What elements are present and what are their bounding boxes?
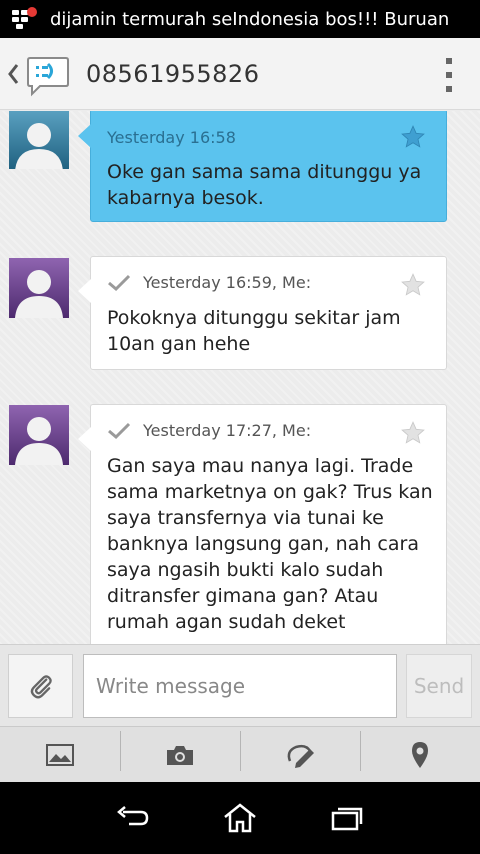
incoming-message-bubble[interactable]: Yesterday 16:58 Oke gan sama sama ditung… xyxy=(78,111,447,222)
notification-text: dijamin termurah seIndonesia bos!!! Buru… xyxy=(50,8,450,30)
chevron-left-icon[interactable] xyxy=(2,38,24,110)
paperclip-icon[interactable] xyxy=(8,654,73,718)
message-text: Gan saya mau nanya lagi. Trade sama mark… xyxy=(107,455,433,633)
attachment-toolbar xyxy=(0,726,480,782)
sketch-icon[interactable] xyxy=(240,727,360,782)
bbm-notification-icon xyxy=(12,7,38,31)
conversation-thread[interactable]: Yesterday 16:58 Oke gan sama sama ditung… xyxy=(0,111,480,644)
star-icon[interactable] xyxy=(400,420,426,446)
compose-bar: Write message Send xyxy=(0,644,480,726)
home-icon[interactable] xyxy=(210,793,270,843)
status-bar: dijamin termurah seIndonesia bos!!! Buru… xyxy=(0,0,480,38)
action-bar: 08561955826 xyxy=(0,38,480,110)
write-message-input[interactable]: Write message xyxy=(83,654,397,718)
message-text: Pokoknya ditunggu sekitar jam 10an gan h… xyxy=(107,307,401,355)
location-icon[interactable] xyxy=(360,727,480,782)
check-icon xyxy=(107,274,131,292)
system-navigation-bar xyxy=(0,782,480,854)
star-icon[interactable] xyxy=(400,124,426,150)
message-text: Oke gan sama sama ditunggu ya kabarnya b… xyxy=(107,161,422,209)
outgoing-message-bubble[interactable]: Yesterday 17:27, Me: Gan saya mau nanya … xyxy=(78,404,447,644)
messaging-app-icon[interactable] xyxy=(24,50,72,98)
message-timestamp: Yesterday 16:58 xyxy=(107,128,236,147)
contact-avatar[interactable] xyxy=(9,111,69,169)
message-timestamp: Yesterday 16:59, Me: xyxy=(143,273,312,292)
message-meta: Yesterday 16:59, Me: xyxy=(107,273,311,292)
my-avatar[interactable] xyxy=(9,258,69,318)
my-avatar[interactable] xyxy=(9,405,69,465)
back-icon[interactable] xyxy=(103,793,163,843)
star-icon[interactable] xyxy=(400,272,426,298)
message-timestamp: Yesterday 17:27, Me: xyxy=(143,421,312,440)
gallery-icon[interactable] xyxy=(0,727,120,782)
recent-apps-icon[interactable] xyxy=(317,793,377,843)
check-icon xyxy=(107,422,131,440)
outgoing-message-bubble[interactable]: Yesterday 16:59, Me: Pokoknya ditunggu s… xyxy=(78,256,447,370)
contact-number-title: 08561955826 xyxy=(86,59,260,88)
send-button[interactable]: Send xyxy=(406,654,472,718)
camera-icon[interactable] xyxy=(120,727,240,782)
overflow-menu-icon[interactable] xyxy=(444,58,454,92)
message-meta: Yesterday 17:27, Me: xyxy=(107,421,311,440)
